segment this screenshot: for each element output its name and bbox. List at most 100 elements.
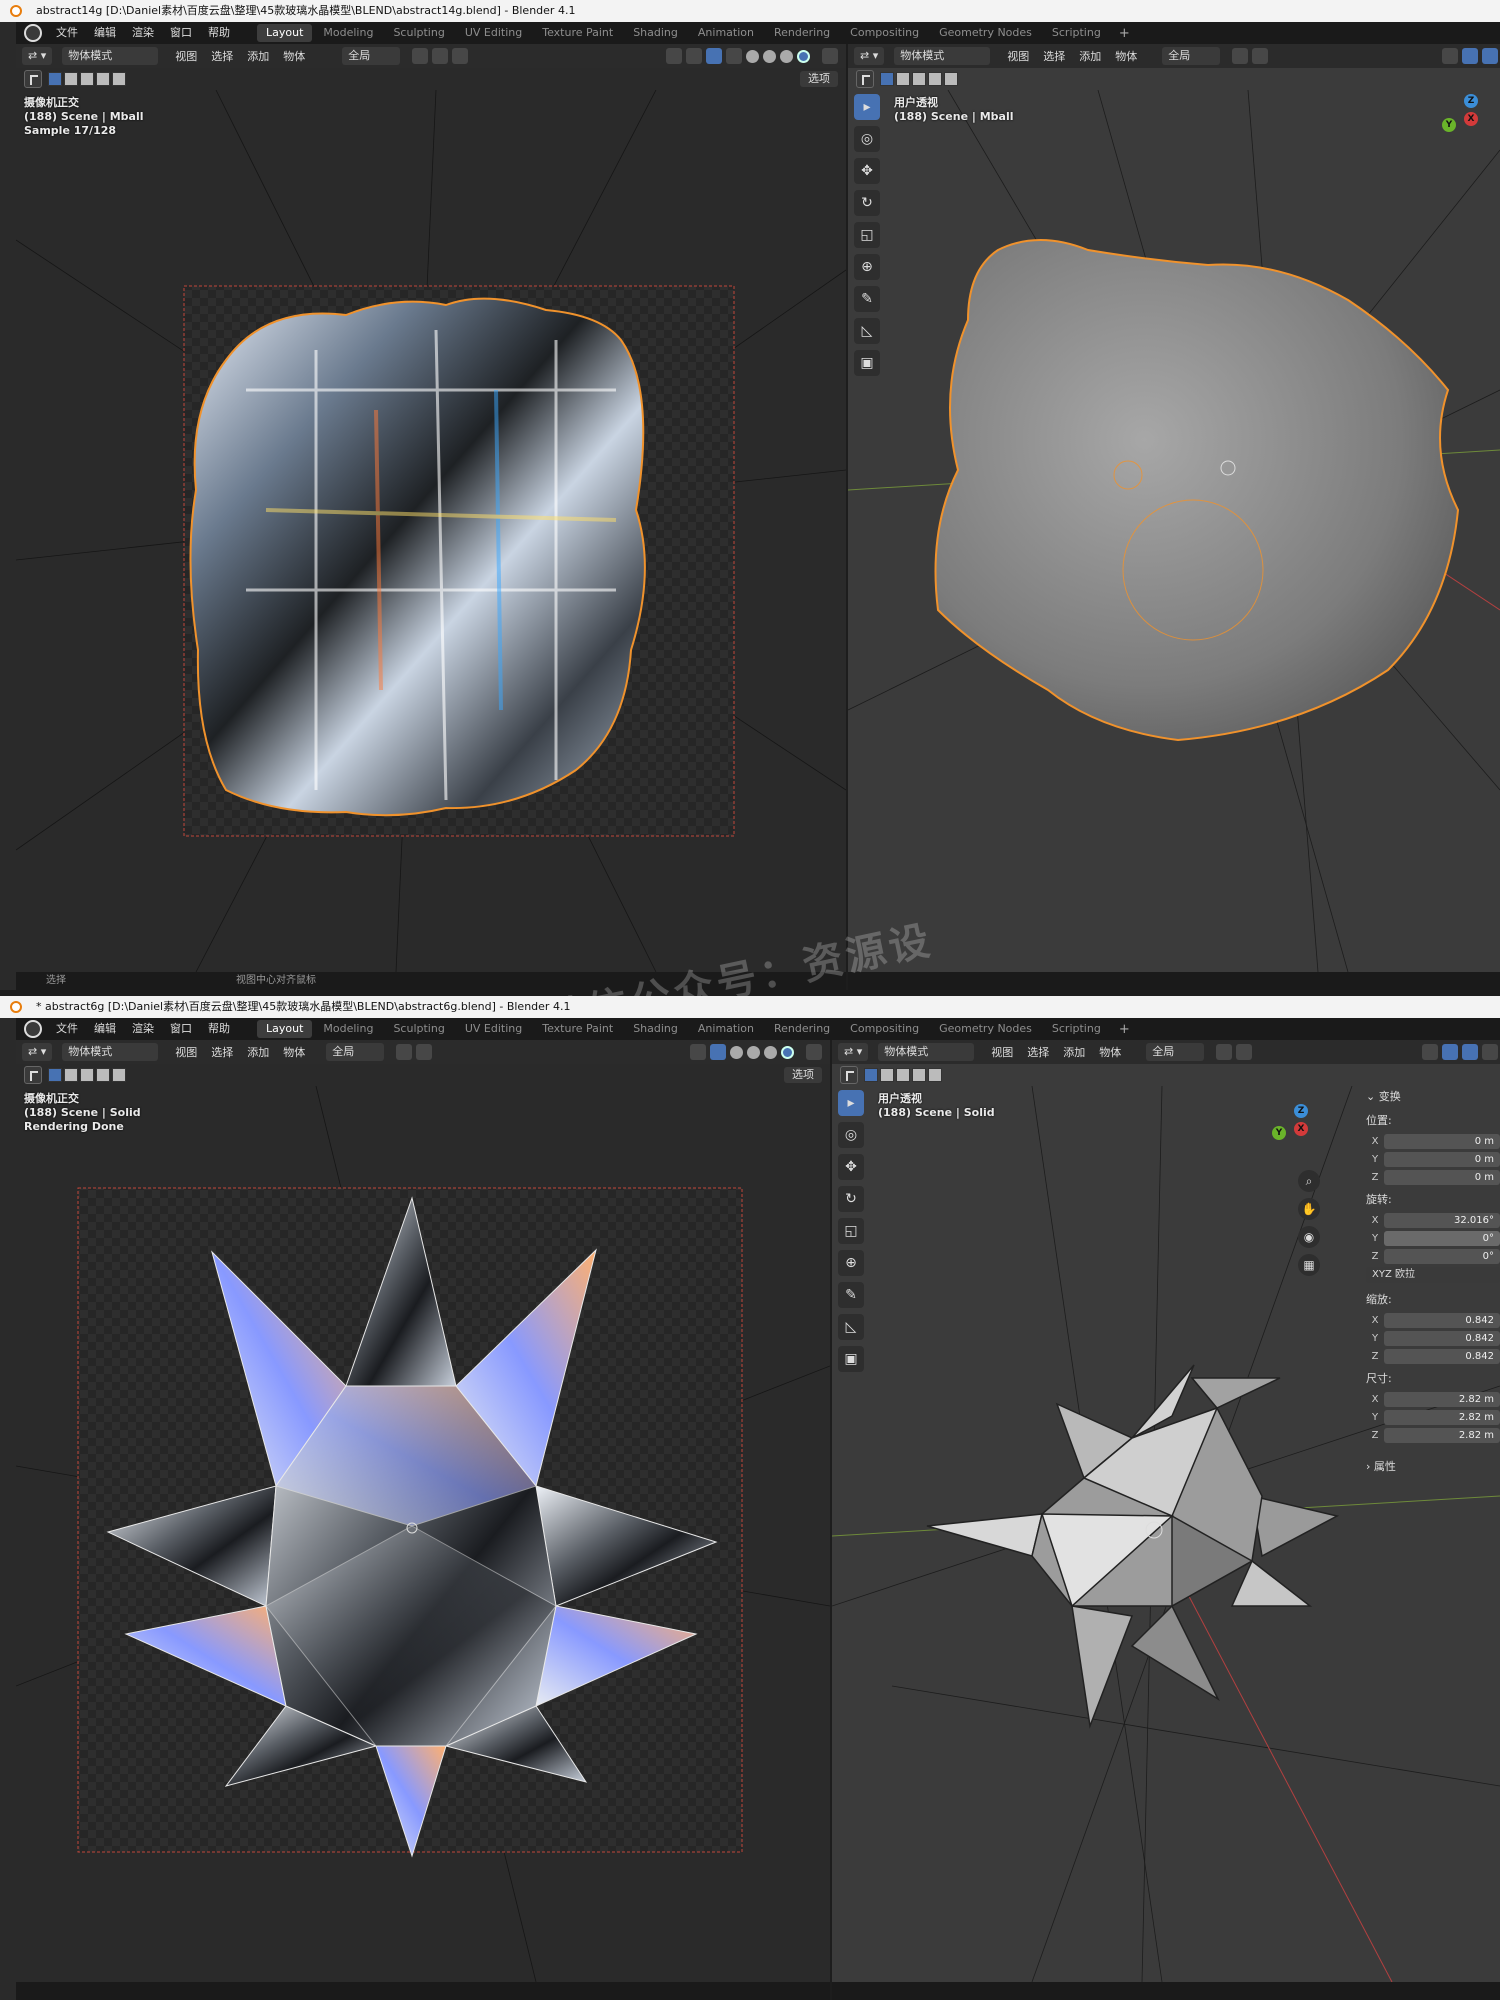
visibility-icon[interactable] (666, 48, 682, 64)
tab-texture-paint[interactable]: Texture Paint (533, 24, 622, 42)
annotate-tool-icon[interactable]: ✎ (854, 286, 880, 312)
tab-rendering[interactable]: Rendering (765, 24, 839, 42)
cursor-tool-icon[interactable]: ◎ (838, 1122, 864, 1148)
xray-icon[interactable] (726, 48, 742, 64)
transform-tool-icon[interactable]: ⊕ (838, 1250, 864, 1276)
bottom-left-viewport-area[interactable]: 摄像机正交 (188) Scene | Solid Rendering Done (16, 1086, 830, 1982)
navigation-gizmo[interactable]: Z Y X (1272, 1104, 1332, 1164)
tab-shading[interactable]: Shading (624, 1020, 687, 1038)
menu-view[interactable]: 视图 (984, 1044, 1020, 1060)
add-cube-tool-icon[interactable]: ▣ (854, 350, 880, 376)
shading-rendered-icon[interactable] (797, 49, 810, 63)
snap-icon[interactable] (432, 48, 449, 64)
tab-compositing[interactable]: Compositing (841, 1020, 928, 1038)
location-z-field[interactable]: Z0 m (1366, 1169, 1500, 1186)
rotate-tool-icon[interactable]: ↻ (838, 1186, 864, 1212)
transform-tool-icon[interactable]: ⊕ (854, 254, 880, 280)
select-box-tool-icon[interactable]: ▸ (854, 94, 880, 120)
star-solid-object[interactable] (926, 1364, 1340, 1729)
menu-select[interactable]: 选择 (204, 1044, 240, 1060)
rotation-y-field[interactable]: Y 0° (1366, 1230, 1500, 1247)
selection-mode-icons[interactable] (880, 72, 958, 86)
menu-view[interactable]: 视图 (1000, 48, 1036, 64)
annotate-tool-icon[interactable]: ✎ (838, 1282, 864, 1308)
selection-mode-icons[interactable] (864, 1068, 942, 1082)
tab-uv-editing[interactable]: UV Editing (456, 1020, 531, 1038)
shading-wireframe-icon[interactable] (730, 1045, 743, 1059)
mode-dropdown[interactable]: 物体模式 (62, 1043, 159, 1061)
menu-window[interactable]: 窗口 (162, 1018, 200, 1040)
transform-orientation-dropdown[interactable]: 全局 (1146, 1043, 1205, 1061)
tab-layout[interactable]: Layout (257, 24, 313, 42)
snap-icon[interactable] (416, 1044, 433, 1060)
menu-add[interactable]: 添加 (1056, 1044, 1092, 1060)
menu-add[interactable]: 添加 (1072, 48, 1108, 64)
select-tool-icon[interactable] (840, 1066, 858, 1084)
rotate-tool-icon[interactable]: ↻ (854, 190, 880, 216)
menu-add[interactable]: 添加 (240, 1044, 276, 1060)
scale-tool-icon[interactable]: ◱ (838, 1218, 864, 1244)
menu-help[interactable]: 帮助 (200, 1018, 238, 1040)
rotation-z-field[interactable]: Z 0° (1366, 1248, 1500, 1265)
location-x-field[interactable]: X0 m (1366, 1133, 1500, 1150)
tab-animation[interactable]: Animation (689, 1020, 763, 1038)
location-y-field[interactable]: Y0 m (1366, 1151, 1500, 1168)
tab-modeling[interactable]: Modeling (314, 24, 382, 42)
top-right-viewport-area[interactable]: 用户透视 (188) Scene | Mball ▸ ◎ ✥ ↻ ◱ ⊕ ✎ ◺… (848, 90, 1500, 972)
scale-x-field[interactable]: X 0.842 (1366, 1312, 1500, 1329)
shading-material-icon[interactable] (780, 49, 793, 63)
visibility-icon[interactable] (690, 1044, 706, 1060)
menu-object[interactable]: 物体 (276, 1044, 312, 1060)
overlay-icon[interactable] (1482, 48, 1498, 64)
menu-edit[interactable]: 编辑 (86, 1018, 124, 1040)
options-button[interactable]: 选项 (800, 71, 838, 87)
dimensions-x-field[interactable]: X 2.82 m (1366, 1391, 1500, 1408)
gizmo-icon[interactable] (1462, 48, 1478, 64)
dimensions-y-field[interactable]: Y 2.82 m (1366, 1409, 1500, 1426)
add-workspace-button[interactable]: + (1111, 26, 1138, 41)
shading-solid-icon[interactable] (763, 49, 776, 63)
gizmo-z-axis-icon[interactable]: Z (1464, 94, 1478, 108)
pivot-icon[interactable] (1216, 1044, 1233, 1060)
measure-tool-icon[interactable]: ◺ (854, 318, 880, 344)
selection-mode-icons[interactable] (48, 1068, 126, 1082)
bottom-3d-viewport[interactable]: ⇄ ▾ 物体模式 视图 选择 添加 物体 全局 用户透视 (188) Scene… (832, 1040, 1500, 2000)
pause-render-icon[interactable] (806, 1044, 822, 1060)
snap-icon[interactable] (1236, 1044, 1253, 1060)
tab-texture-paint[interactable]: Texture Paint (533, 1020, 622, 1038)
snap-icon[interactable] (1252, 48, 1269, 64)
editor-type-dropdown[interactable]: ⇄ ▾ (854, 47, 885, 65)
gizmo-icon[interactable] (1442, 1044, 1458, 1060)
shading-solid-icon[interactable] (747, 1045, 760, 1059)
measure-tool-icon[interactable]: ◺ (838, 1314, 864, 1340)
transform-orientation-dropdown[interactable]: 全局 (326, 1043, 385, 1061)
mode-dropdown[interactable]: 物体模式 (62, 47, 159, 65)
menu-file[interactable]: 文件 (48, 22, 86, 44)
selection-mode-icons[interactable] (48, 72, 126, 86)
transform-header[interactable]: ⌄ 变换 (1360, 1084, 1500, 1108)
menu-select[interactable]: 选择 (204, 48, 240, 64)
zoom-icon[interactable]: ⌕ (1298, 1170, 1320, 1192)
shading-wireframe-icon[interactable] (746, 49, 759, 63)
top-render-viewport[interactable]: ⇄ ▾ 物体模式 视图 选择 添加 物体 全局 选项 摄像机正交 (188) S… (16, 44, 846, 990)
mode-dropdown[interactable]: 物体模式 (878, 1043, 975, 1061)
sidebar-toggle-icon[interactable] (1482, 1044, 1498, 1060)
add-cube-tool-icon[interactable]: ▣ (838, 1346, 864, 1372)
top-left-viewport-area[interactable]: 摄像机正交 (188) Scene | Mball Sample 17/128 (16, 90, 846, 972)
editor-type-dropdown[interactable]: ⇄ ▾ (838, 1043, 869, 1061)
scale-y-field[interactable]: Y 0.842 (1366, 1330, 1500, 1347)
gizmo-icon[interactable] (686, 48, 702, 64)
overlay-icon[interactable] (710, 1044, 726, 1060)
properties-header[interactable]: › 属性 (1360, 1454, 1500, 1478)
tab-animation[interactable]: Animation (689, 24, 763, 42)
gizmo-y-axis-icon[interactable]: Y (1442, 118, 1456, 132)
menu-help[interactable]: 帮助 (200, 22, 238, 44)
menu-select[interactable]: 选择 (1020, 1044, 1056, 1060)
cursor-tool-icon[interactable]: ◎ (854, 126, 880, 152)
mball-object[interactable] (934, 239, 1460, 742)
editor-type-dropdown[interactable]: ⇄ ▾ (22, 1043, 53, 1061)
visibility-icon[interactable] (1442, 48, 1458, 64)
pivot-icon[interactable] (1232, 48, 1249, 64)
menu-object[interactable]: 物体 (276, 48, 312, 64)
select-tool-icon[interactable] (856, 70, 874, 88)
